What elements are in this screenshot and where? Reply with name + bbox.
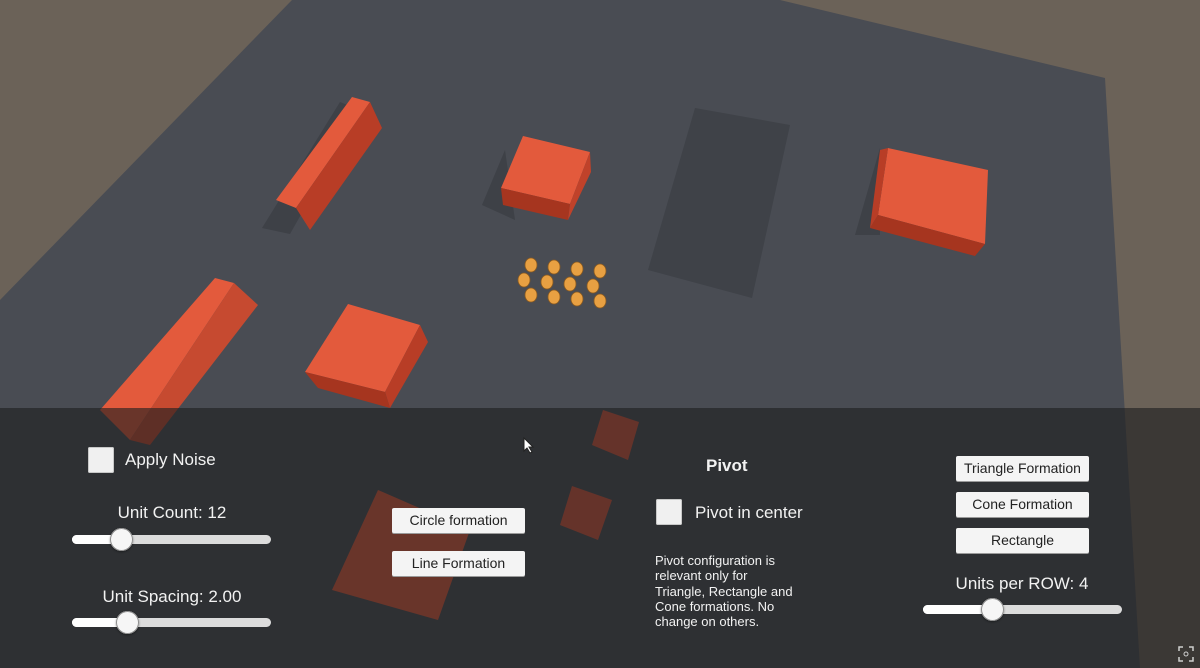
units-per-row-label: Units per ROW: 4 (955, 574, 1089, 593)
pivot-note-line: Triangle, Rectangle and (655, 583, 793, 599)
unit-spacing-label: Unit Spacing: 2.00 (102, 587, 242, 606)
unit-soldier (593, 293, 607, 309)
unit-soldier (517, 272, 531, 288)
units-per-row-slider[interactable] (923, 598, 1122, 621)
cone-formation-button[interactable]: Cone Formation (956, 492, 1089, 517)
triangle-formation-button[interactable]: Triangle Formation (956, 456, 1089, 481)
pivot-note-line: relevant only for (655, 568, 748, 584)
unit-soldier (593, 263, 607, 279)
unit-soldier (570, 291, 584, 307)
unit-soldier (524, 287, 538, 303)
fullscreen-icon[interactable] (1178, 646, 1194, 662)
pivot-heading: Pivot (706, 456, 748, 475)
pivot-note-line: Pivot configuration is (655, 553, 775, 568)
unit-count-slider[interactable] (72, 528, 271, 551)
units-per-row-slider-handle[interactable] (981, 598, 1005, 621)
unit-count-label: Unit Count: 12 (117, 503, 227, 522)
unit-soldier (547, 259, 561, 275)
unit-soldier (563, 276, 577, 292)
circle-formation-button[interactable]: Circle formation (392, 508, 525, 533)
unit-soldier (524, 257, 538, 273)
unit-soldier (570, 261, 584, 277)
mouse-pointer-icon (523, 437, 535, 454)
apply-noise-checkbox[interactable] (88, 447, 114, 473)
pivot-center-label: Pivot in center (695, 503, 803, 522)
unit-spacing-slider[interactable] (72, 611, 271, 634)
pivot-note: Pivot configuration is relevant only for… (655, 553, 793, 629)
rectangle-formation-button[interactable]: Rectangle (956, 528, 1089, 553)
unit-soldier (586, 278, 600, 294)
unit-soldier (547, 289, 561, 305)
pivot-note-line: Cone formations. No (655, 598, 775, 614)
unit-soldier (540, 274, 554, 290)
apply-noise-label: Apply Noise (125, 450, 216, 469)
line-formation-button[interactable]: Line Formation (392, 551, 525, 576)
pivot-note-line: change on others. (655, 614, 760, 630)
pivot-center-checkbox[interactable] (656, 499, 682, 525)
